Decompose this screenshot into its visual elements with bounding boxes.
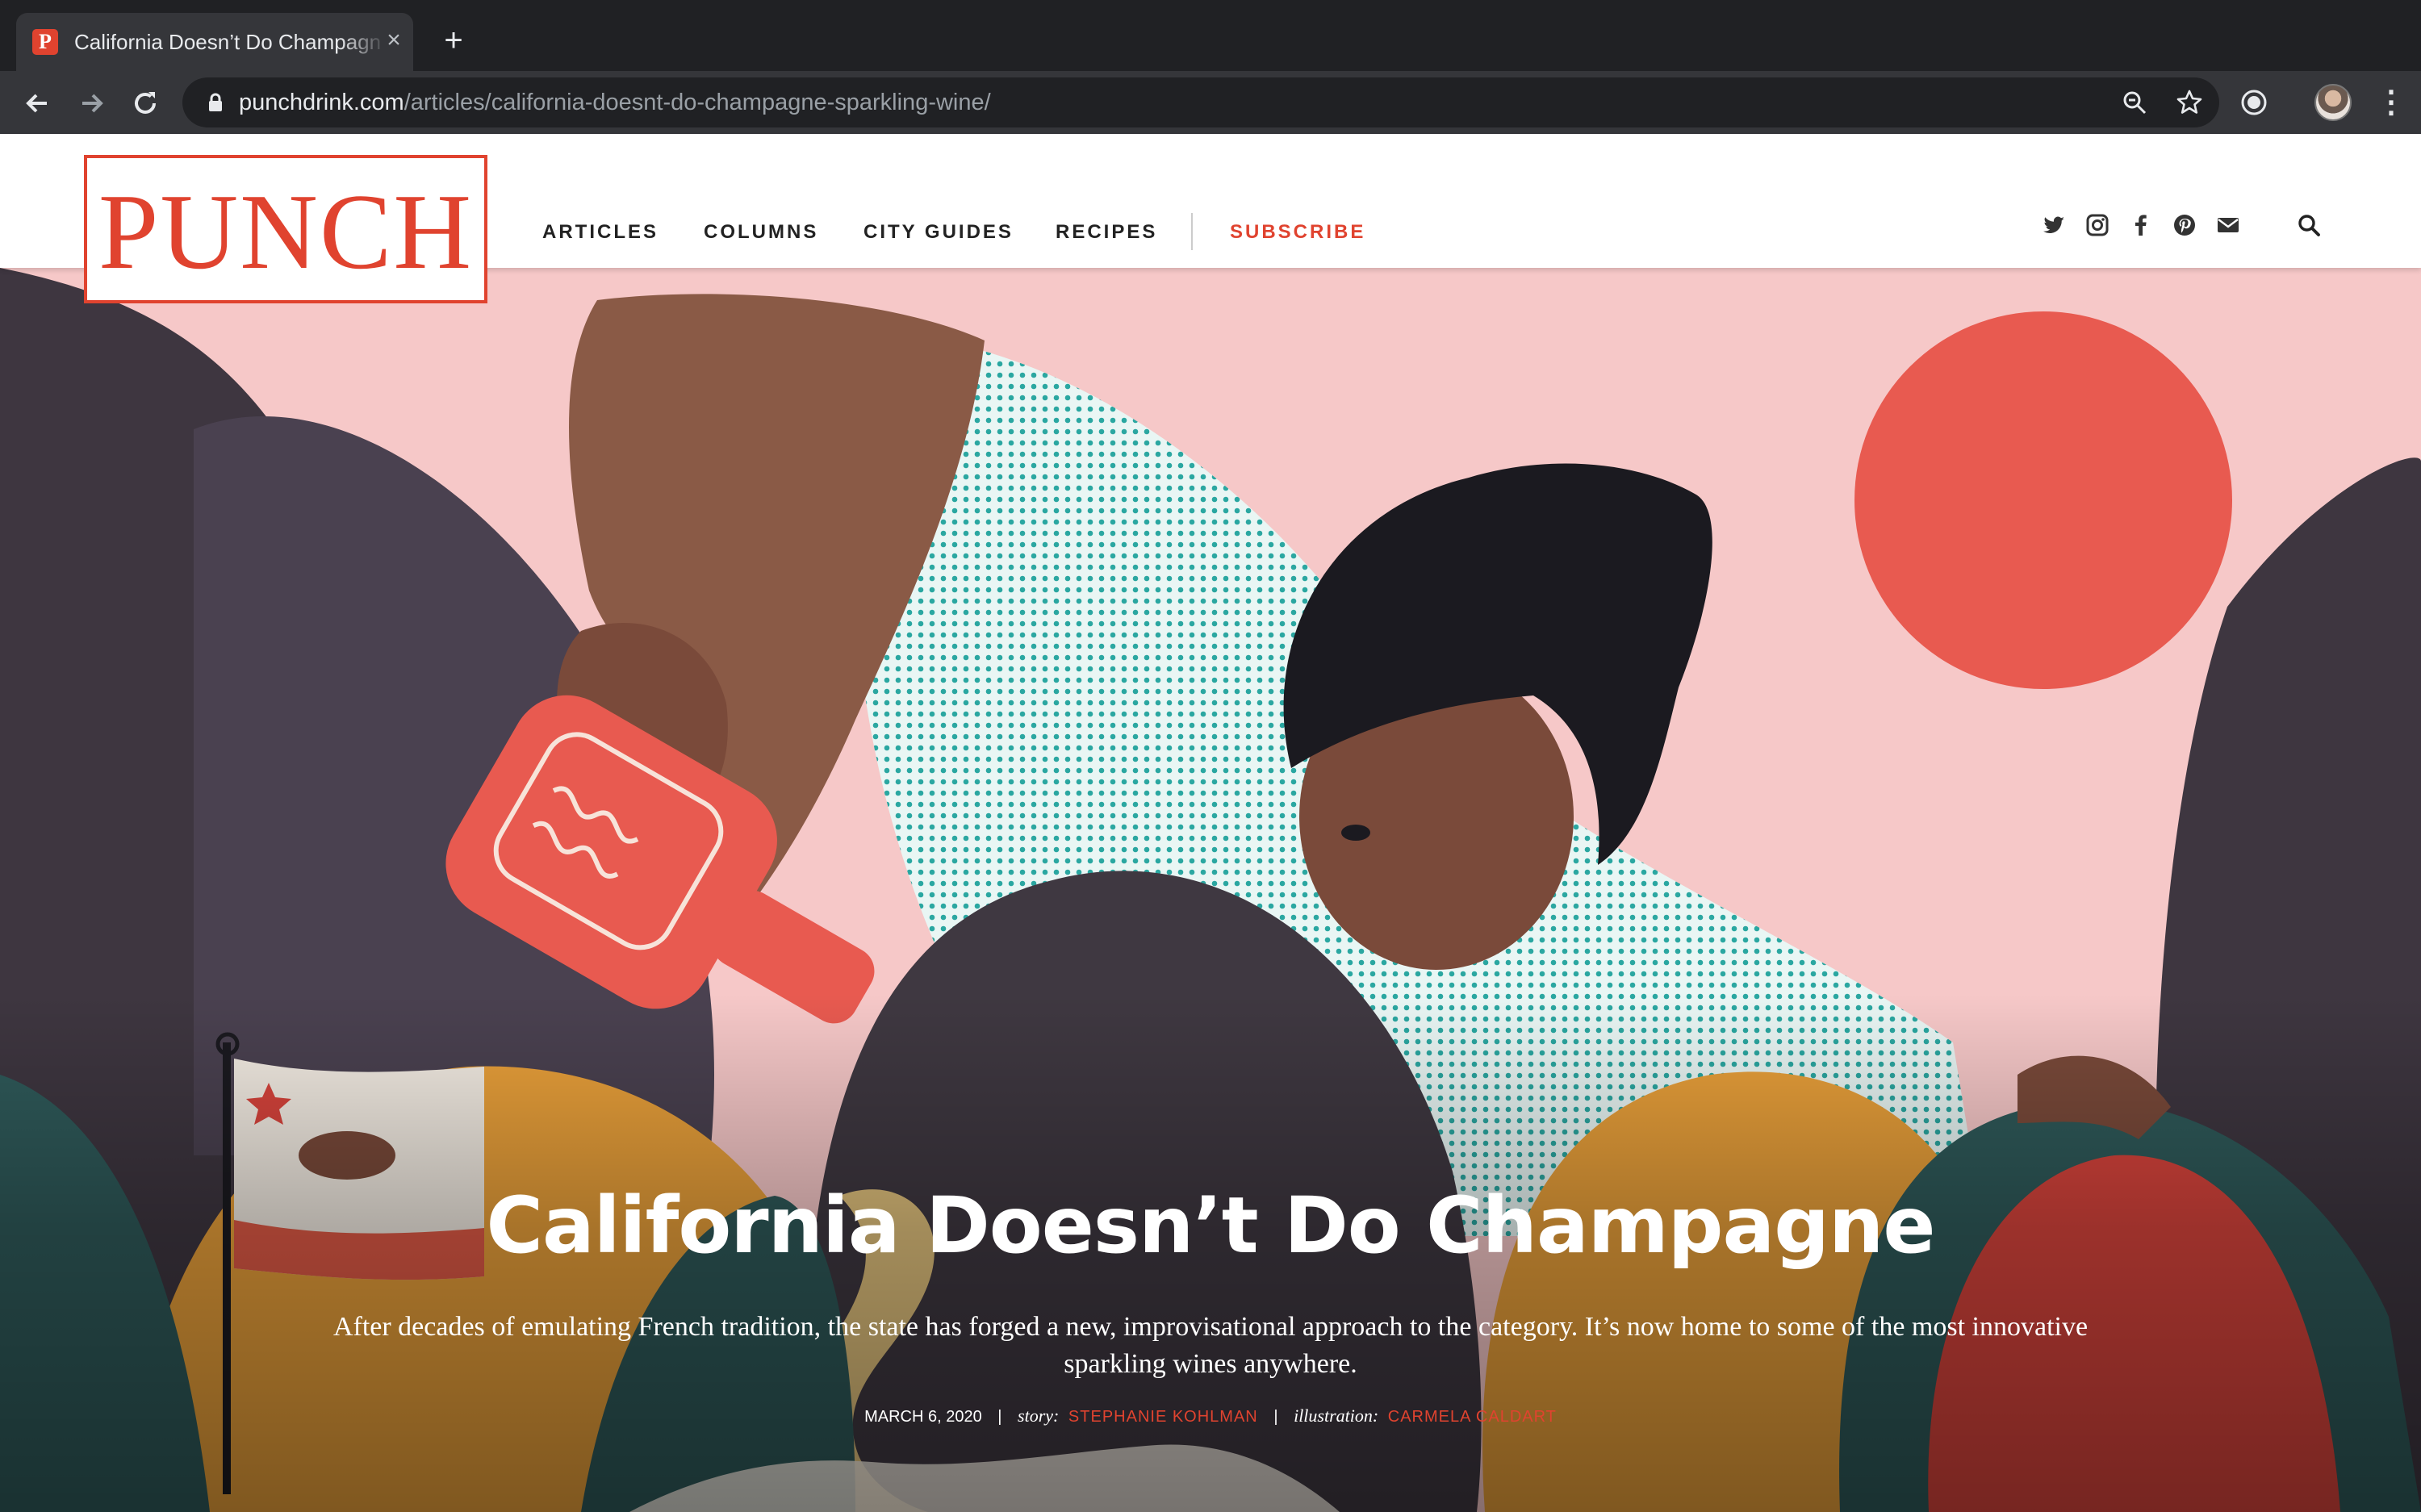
browser-toolbar: punchdrink.com/articles/california-doesn… xyxy=(0,71,2421,134)
instagram-icon[interactable] xyxy=(2085,213,2109,237)
forward-arrow-icon[interactable] xyxy=(76,87,108,119)
email-icon[interactable] xyxy=(2216,213,2240,237)
browser-tab-strip: P California Doesn’t Do Champagne × + xyxy=(0,0,2421,71)
illustration-label: illustration: xyxy=(1294,1405,1379,1426)
story-author-link[interactable]: STEPHANIE KOHLMAN xyxy=(1068,1408,1258,1426)
article-hero: California Doesn’t Do Champagne After de… xyxy=(0,268,2421,1512)
punch-logo[interactable]: PUNCH xyxy=(84,155,487,303)
back-arrow-icon[interactable] xyxy=(21,87,53,119)
new-tab-button[interactable]: + xyxy=(437,24,470,56)
article-title: California Doesn’t Do Champagne xyxy=(486,1180,1936,1271)
url-text[interactable]: punchdrink.com/articles/california-doesn… xyxy=(239,87,991,118)
zoom-icon[interactable] xyxy=(2121,89,2148,116)
close-tab-icon[interactable]: × xyxy=(379,26,408,55)
twitter-icon[interactable] xyxy=(2042,213,2066,237)
byline-separator: | xyxy=(997,1408,1002,1426)
lock-icon[interactable] xyxy=(205,92,226,113)
byline-separator: | xyxy=(1273,1408,1278,1426)
nav-articles[interactable]: ARTICLES xyxy=(542,216,659,249)
extension-icon[interactable] xyxy=(2239,87,2269,118)
nav-columns[interactable]: COLUMNS xyxy=(704,216,818,249)
profile-avatar[interactable] xyxy=(2314,84,2352,121)
facebook-icon[interactable] xyxy=(2129,213,2153,237)
logo-text: PUNCH xyxy=(98,172,474,291)
article-dek: After decades of emulating French tradit… xyxy=(332,1312,2089,1379)
illustrator-link[interactable]: CARMELA CALDART xyxy=(1388,1408,1557,1426)
bookmark-star-icon[interactable] xyxy=(2176,89,2203,116)
sun-shape xyxy=(1854,311,2232,689)
address-bar[interactable]: punchdrink.com/articles/california-doesn… xyxy=(182,77,2219,127)
browser-tab[interactable]: P California Doesn’t Do Champagne × xyxy=(16,13,413,71)
url-path: /articles/california-doesnt-do-champagne… xyxy=(404,90,991,115)
reload-icon[interactable] xyxy=(129,87,161,119)
story-label: story: xyxy=(1018,1405,1060,1426)
nav-city-guides[interactable]: CITY GUIDES xyxy=(863,216,1014,249)
nav-recipes[interactable]: RECIPES xyxy=(1056,216,1157,249)
article-byline: MARCH 6, 2020 | story: STEPHANIE KOHLMAN… xyxy=(0,1404,2421,1429)
article-date: MARCH 6, 2020 xyxy=(864,1408,982,1426)
nav-divider xyxy=(1191,213,1193,250)
search-icon[interactable] xyxy=(2297,213,2321,237)
more-menu-icon[interactable]: ⋮ xyxy=(2376,86,2406,119)
tab-title: California Doesn’t Do Champagne xyxy=(74,30,381,54)
punch-favicon-icon: P xyxy=(32,29,58,55)
url-host: punchdrink.com xyxy=(239,90,404,115)
pinterest-icon[interactable] xyxy=(2172,213,2197,237)
nav-subscribe[interactable]: SUBSCRIBE xyxy=(1230,216,1365,249)
